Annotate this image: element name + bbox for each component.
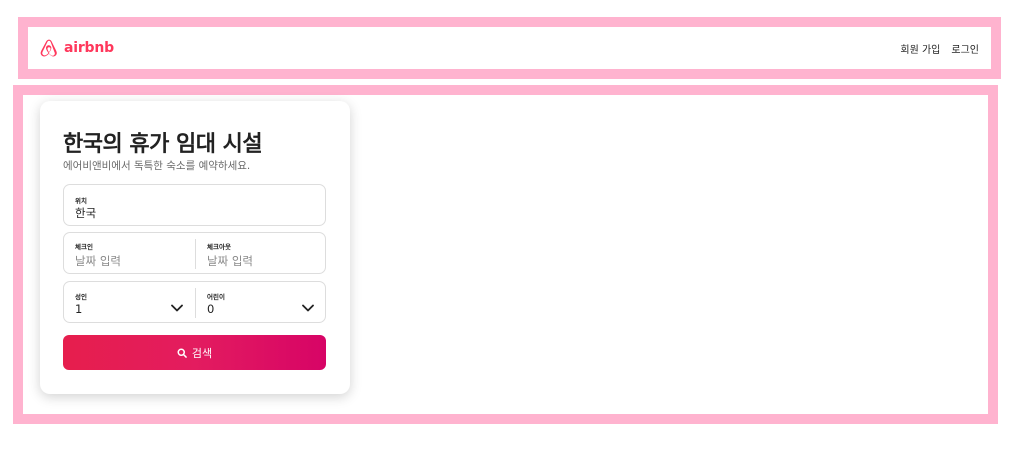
adults-label: 성인 — [75, 293, 87, 301]
children-select[interactable]: 어린이 0 — [196, 282, 327, 322]
checkout-label: 체크아웃 — [207, 243, 231, 251]
location-field[interactable]: 위치 한국 — [63, 184, 326, 226]
chevron-down-icon — [302, 304, 314, 312]
login-link[interactable]: 로그인 — [951, 41, 979, 56]
checkin-placeholder: 날짜 입력 — [75, 254, 121, 268]
children-value: 0 — [207, 302, 215, 316]
guests-field: 성인 1 어린이 0 — [63, 281, 326, 323]
search-button-label: 검색 — [191, 346, 213, 360]
airbnb-wordmark: airbnb — [64, 40, 114, 56]
location-value: 한국 — [75, 206, 97, 220]
signup-link[interactable]: 회원 가입 — [900, 41, 940, 56]
checkout-field[interactable]: 체크아웃 날짜 입력 — [196, 233, 327, 273]
checkout-placeholder: 날짜 입력 — [207, 254, 253, 268]
page-title: 한국의 휴가 임대 시설 — [63, 132, 263, 157]
checkin-field[interactable]: 체크인 날짜 입력 — [64, 233, 195, 273]
header-nav: 회원 가입 로그인 — [900, 41, 979, 56]
location-label: 위치 — [75, 197, 87, 205]
airbnb-logo-icon — [40, 39, 57, 57]
checkin-label: 체크인 — [75, 243, 93, 251]
children-label: 어린이 — [207, 293, 225, 301]
search-button[interactable]: 검색 — [63, 335, 326, 370]
page-subtitle: 에어비앤비에서 독특한 숙소를 예약하세요. — [63, 160, 251, 172]
adults-select[interactable]: 성인 1 — [64, 282, 195, 322]
main-section: 한국의 휴가 임대 시설 에어비앤비에서 독특한 숙소를 예약하세요. 위치 한… — [13, 85, 998, 424]
header-bar: airbnb 회원 가입 로그인 — [18, 17, 1001, 79]
search-card: 한국의 휴가 임대 시설 에어비앤비에서 독특한 숙소를 예약하세요. 위치 한… — [40, 101, 350, 394]
chevron-down-icon — [171, 304, 183, 312]
airbnb-logo[interactable]: airbnb — [40, 38, 114, 58]
search-icon — [177, 348, 187, 358]
dates-field: 체크인 날짜 입력 체크아웃 날짜 입력 — [63, 232, 326, 274]
adults-value: 1 — [75, 302, 83, 316]
